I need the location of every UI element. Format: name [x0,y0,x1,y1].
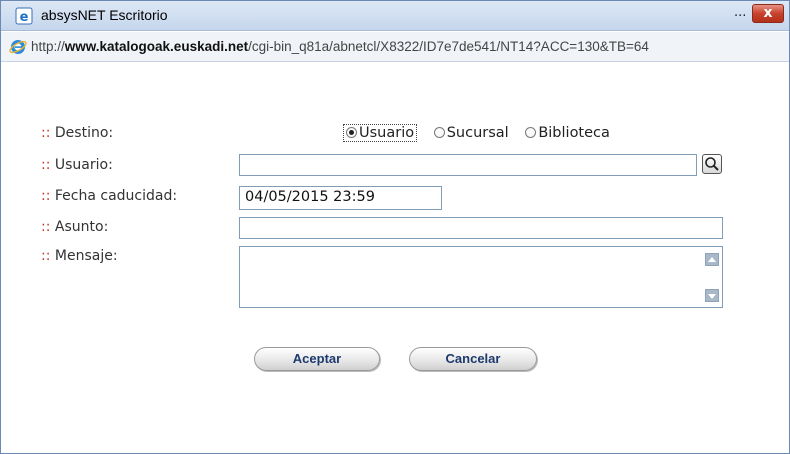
usuario-input[interactable] [239,154,697,176]
address-bar: http://www.katalogoak.euskadi.net/cgi-bi… [1,32,789,62]
asunto-label: :: Asunto: [41,219,109,235]
ie-page-icon: e [15,7,33,25]
usuario-label: :: Usuario: [41,157,113,173]
radio-empty-icon [433,127,445,138]
scroll-up-icon[interactable] [705,253,719,266]
radio-empty-icon [525,127,537,138]
close-button[interactable]: x [752,4,784,23]
url-prefix: http:// [31,39,65,54]
magnifier-icon [705,157,719,171]
destino-radio-group: Usuario Sucursal Biblioteca [343,124,622,142]
window-title: absysNET Escritorio [41,7,168,23]
url-host: www.katalogoak.euskadi.net [64,39,249,54]
ie-logo-icon [9,40,27,54]
radio-sucursal[interactable]: Sucursal [433,125,509,141]
asunto-input[interactable] [239,217,723,239]
close-icon: x [763,5,773,21]
scroll-down-icon[interactable] [705,289,719,302]
url-text[interactable]: http://www.katalogoak.euskadi.net/cgi-bi… [31,39,649,54]
destino-label: :: Destino: [41,125,114,141]
aceptar-button[interactable]: Aceptar [254,347,380,371]
mensaje-label: :: Mensaje: [41,248,118,264]
form-area: :: Destino: :: Usuario: :: Fecha caducid… [1,63,789,453]
dialog-window: e absysNET Escritorio ... x http://www.k… [0,0,790,454]
cancelar-button[interactable]: Cancelar [409,347,537,371]
search-user-button[interactable] [702,154,722,174]
title-ellipsis: ... [734,5,747,20]
svg-text:e: e [20,10,29,25]
radio-usuario[interactable]: Usuario [343,124,418,142]
radio-selected-icon [346,127,357,138]
title-bar[interactable]: e absysNET Escritorio ... x [1,1,789,31]
fecha-caducidad-input[interactable]: 04/05/2015 23:59 [239,186,442,210]
mensaje-textarea[interactable] [239,246,723,308]
fecha-caducidad-label: :: Fecha caducidad: [41,188,178,204]
url-path: /cgi-bin_q81a/abnetcl/X8322/ID7e7de541/N… [248,39,649,54]
radio-biblioteca[interactable]: Biblioteca [525,125,610,141]
